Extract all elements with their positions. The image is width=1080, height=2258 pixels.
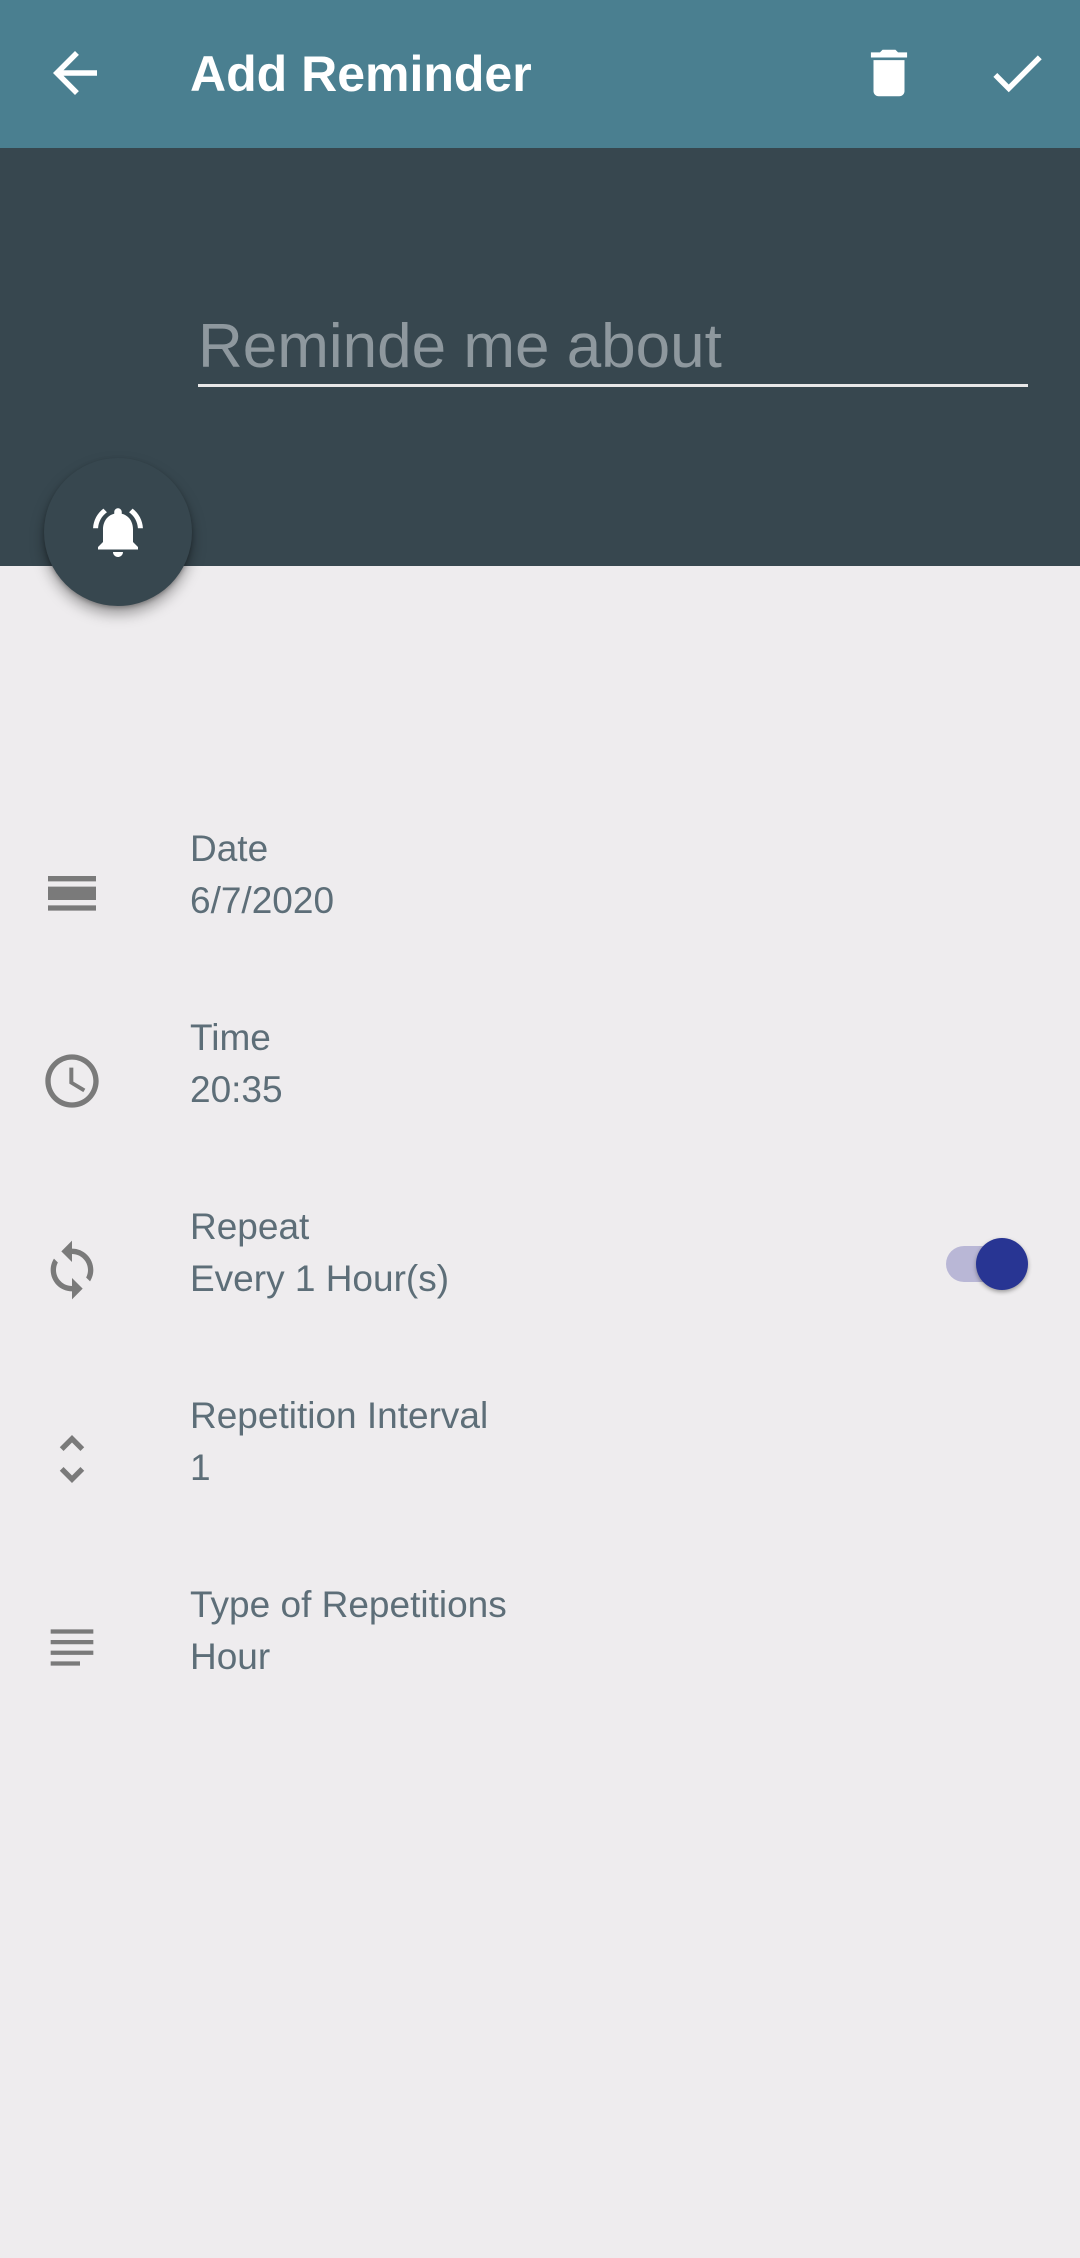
save-button[interactable]: [982, 40, 1052, 106]
bell-ringing-icon: [93, 508, 143, 557]
reminder-title-field: [198, 308, 1028, 387]
time-value: 20:35: [190, 1069, 283, 1110]
reminder-title-input[interactable]: [198, 308, 1028, 384]
unfold-icon: [40, 1427, 104, 1491]
repeat-value: Every 1 Hour(s): [190, 1258, 450, 1299]
repeat-toggle[interactable]: [944, 1232, 1030, 1292]
repeat-row[interactable]: Repeat Every 1 Hour(s): [0, 1198, 1080, 1348]
repeat-label: Repeat: [190, 1206, 310, 1247]
page-title: Add Reminder: [190, 46, 532, 102]
time-row[interactable]: Time 20:35: [0, 1009, 1080, 1159]
trash-icon: [870, 49, 908, 97]
repeat-icon: [40, 1238, 104, 1302]
check-icon: [993, 55, 1042, 93]
toggle-thumb: [976, 1238, 1028, 1290]
repetition-type-row[interactable]: Type of Repetitions Hour: [0, 1576, 1080, 1726]
date-row[interactable]: Date 6/7/2020: [0, 820, 1080, 970]
calendar-view-icon: [40, 860, 104, 924]
repetition-interval-row[interactable]: Repetition Interval 1: [0, 1387, 1080, 1537]
app-bar: Add Reminder: [0, 0, 1080, 148]
repetition-type-value: Hour: [190, 1636, 271, 1677]
repetition-interval-label: Repetition Interval: [190, 1395, 489, 1436]
arrow-left-icon: [53, 51, 97, 95]
date-label: Date: [190, 828, 269, 869]
date-value: 6/7/2020: [190, 880, 335, 921]
lines-icon: [40, 1616, 104, 1680]
back-button[interactable]: [42, 40, 108, 106]
repetition-interval-value: 1: [190, 1447, 211, 1488]
repetition-type-label: Type of Repetitions: [190, 1584, 507, 1625]
delete-button[interactable]: [858, 42, 920, 104]
reminder-fab[interactable]: [44, 458, 192, 606]
time-label: Time: [190, 1017, 271, 1058]
clock-icon: [40, 1049, 104, 1113]
